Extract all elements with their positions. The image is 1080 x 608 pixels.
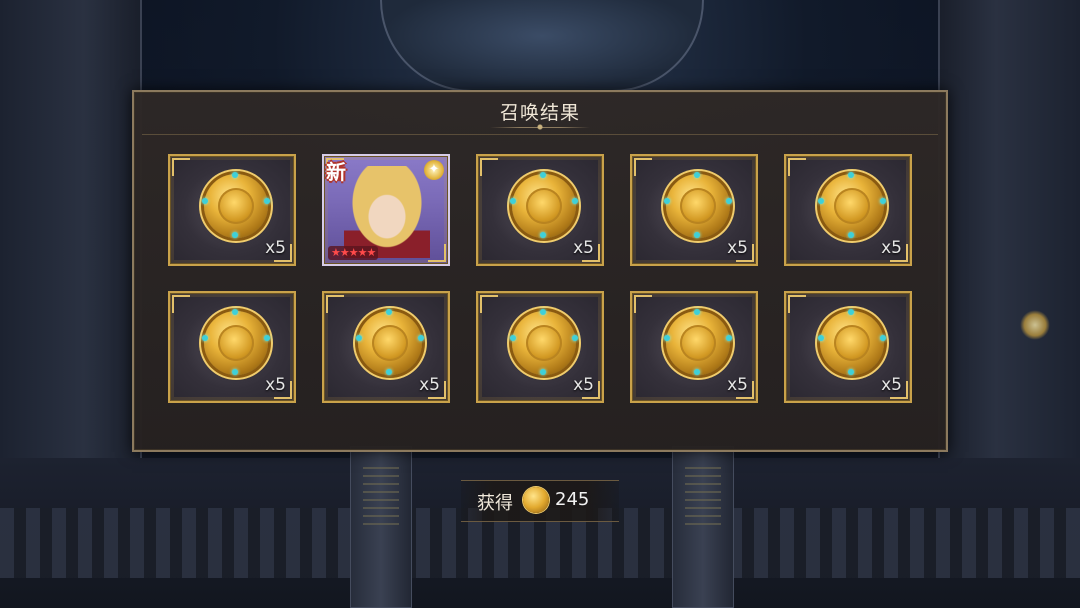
- reward-quantity: x5: [265, 375, 286, 395]
- gem-icon: [848, 232, 854, 238]
- gem-icon: [510, 335, 516, 341]
- dragon-coin-icon: [818, 309, 886, 375]
- gem-icon: [572, 198, 578, 204]
- obtained-value: 245: [555, 489, 590, 510]
- reward-card[interactable]: x5: [784, 154, 912, 266]
- gem-icon: [202, 198, 208, 204]
- gem-icon: [848, 309, 854, 315]
- gem-icon: [694, 369, 700, 375]
- gem-icon: [726, 198, 732, 204]
- dragon-coin-icon: [523, 487, 549, 513]
- new-badge: 新: [326, 160, 346, 184]
- gem-icon: [232, 232, 238, 238]
- dragon-coin-icon: [510, 172, 578, 238]
- gem-icon: [232, 309, 238, 315]
- reward-card[interactable]: x5: [476, 154, 604, 266]
- reward-quantity: x5: [573, 238, 594, 258]
- reward-card[interactable]: x5: [168, 291, 296, 403]
- obtained-bar: 获得 245: [461, 480, 619, 522]
- gem-icon: [572, 335, 578, 341]
- gem-icon: [664, 198, 670, 204]
- gem-icon: [356, 335, 362, 341]
- dragon-coin-icon: [818, 172, 886, 238]
- reward-quantity: x5: [727, 238, 748, 258]
- gem-icon: [540, 172, 546, 178]
- dragon-coin-icon: [202, 172, 270, 238]
- gem-icon: [880, 198, 886, 204]
- gem-icon: [726, 335, 732, 341]
- glow-orb: [1020, 310, 1050, 340]
- dragon-coin-icon: [202, 309, 270, 375]
- gem-icon: [386, 309, 392, 315]
- dragon-coin-icon: [510, 309, 578, 375]
- title-ornament: [490, 124, 590, 130]
- gem-icon: [880, 335, 886, 341]
- reward-quantity: x5: [265, 238, 286, 258]
- gem-icon: [818, 335, 824, 341]
- gem-icon: [232, 172, 238, 178]
- panel-title: 召唤结果: [499, 102, 580, 124]
- reward-quantity: x5: [881, 375, 902, 395]
- gem-icon: [264, 198, 270, 204]
- dragon-coin-icon: [664, 309, 732, 375]
- dragon-coin-icon: [664, 172, 732, 238]
- hero-portrait: [344, 166, 430, 258]
- reward-quantity: x5: [419, 375, 440, 395]
- reward-card[interactable]: x5: [168, 154, 296, 266]
- obtained-label: 获得: [477, 493, 513, 514]
- reward-card[interactable]: x5: [630, 154, 758, 266]
- gem-icon: [418, 335, 424, 341]
- reward-quantity: x5: [573, 375, 594, 395]
- gem-icon: [848, 369, 854, 375]
- gem-icon: [694, 232, 700, 238]
- reward-card[interactable]: x5: [630, 291, 758, 403]
- gem-icon: [202, 335, 208, 341]
- gem-icon: [232, 369, 238, 375]
- reward-card[interactable]: x5: [322, 291, 450, 403]
- rarity-stars: ★★★★★: [328, 246, 379, 260]
- gem-icon: [818, 198, 824, 204]
- rune-inscription: [685, 467, 721, 527]
- reward-quantity: x5: [727, 375, 748, 395]
- hero-card[interactable]: 新 ✦ ★★★★★: [322, 154, 450, 266]
- reward-card[interactable]: x5: [476, 291, 604, 403]
- gem-icon: [664, 335, 670, 341]
- gem-icon: [540, 369, 546, 375]
- gem-icon: [510, 198, 516, 204]
- left-pillar: [350, 446, 412, 608]
- gem-icon: [848, 172, 854, 178]
- dragon-coin-icon: [356, 309, 424, 375]
- gem-icon: [540, 232, 546, 238]
- rune-inscription: [363, 467, 399, 527]
- gem-icon: [694, 172, 700, 178]
- summon-result-panel: 召唤结果 x5 新 ✦ ★★★★★ x5 x5 x5 x5 x5 x5 x5 x…: [132, 90, 948, 452]
- ceiling-dome: [380, 0, 704, 92]
- reward-card[interactable]: x5: [784, 291, 912, 403]
- reward-quantity: x5: [881, 238, 902, 258]
- star-icon: ✦: [424, 160, 444, 180]
- gem-icon: [264, 335, 270, 341]
- gem-icon: [540, 309, 546, 315]
- gem-icon: [694, 309, 700, 315]
- title-divider: [142, 134, 938, 135]
- right-pillar: [672, 446, 734, 608]
- gem-icon: [386, 369, 392, 375]
